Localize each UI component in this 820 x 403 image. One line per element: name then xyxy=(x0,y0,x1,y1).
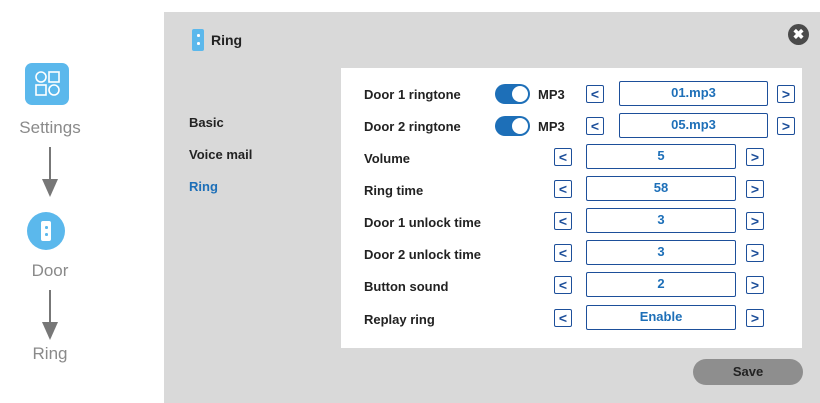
flow-ring-label: Ring xyxy=(32,344,68,363)
button-sound-label: Button sound xyxy=(364,279,449,294)
door1-unlock-next-button[interactable]: > xyxy=(746,212,764,230)
door2-unlock-next-button[interactable]: > xyxy=(746,244,764,262)
door-icon xyxy=(192,29,204,51)
replay-ring-prev-button[interactable]: < xyxy=(554,309,572,327)
replay-ring-value: Enable xyxy=(586,305,736,330)
replay-ring-next-button[interactable]: > xyxy=(746,309,764,327)
door2-unlock-prev-button[interactable]: < xyxy=(554,244,572,262)
door-icon[interactable] xyxy=(27,212,65,250)
volume-prev-button[interactable]: < xyxy=(554,148,572,166)
ring-time-next-button[interactable]: > xyxy=(746,180,764,198)
button-sound-next-button[interactable]: > xyxy=(746,276,764,294)
ring-time-prev-button[interactable]: < xyxy=(554,180,572,198)
ring-time-label: Ring time xyxy=(364,183,424,198)
page-title: Ring xyxy=(211,32,243,48)
arrow-down-icon xyxy=(42,147,58,197)
arrow-down-icon xyxy=(42,290,58,340)
door1-ringtone-value: 01.mp3 xyxy=(619,81,768,106)
door1-unlock-time-value: 3 xyxy=(586,208,736,233)
door1-unlock-time-label: Door 1 unlock time xyxy=(364,215,482,230)
door2-unlock-time-value: 3 xyxy=(586,240,736,265)
door2-ringtone-next-button[interactable]: > xyxy=(777,117,795,135)
menu-item-basic[interactable]: Basic xyxy=(189,115,224,130)
door2-ringtone-prev-button[interactable]: < xyxy=(586,117,604,135)
volume-value: 5 xyxy=(586,144,736,169)
ring-time-value: 58 xyxy=(586,176,736,201)
button-sound-value: 2 xyxy=(586,272,736,297)
door1-ringtone-label: Door 1 ringtone xyxy=(364,87,461,102)
settings-icon[interactable] xyxy=(25,63,69,105)
button-sound-prev-button[interactable]: < xyxy=(554,276,572,294)
door2-unlock-time-label: Door 2 unlock time xyxy=(364,247,482,262)
menu-item-voice-mail[interactable]: Voice mail xyxy=(189,147,252,162)
door1-unlock-prev-button[interactable]: < xyxy=(554,212,572,230)
door1-ringtone-next-button[interactable]: > xyxy=(777,85,795,103)
replay-ring-label: Replay ring xyxy=(364,312,435,327)
navigation-flow: Settings Door Ring xyxy=(0,0,130,403)
door2-format-label: MP3 xyxy=(538,119,565,134)
door1-ringtone-prev-button[interactable]: < xyxy=(586,85,604,103)
menu-item-ring[interactable]: Ring xyxy=(189,179,218,194)
flow-settings-label: Settings xyxy=(19,118,81,137)
settings-card: Door 1 ringtone MP3 < 01.mp3 > Door 2 ri… xyxy=(341,68,802,348)
close-button[interactable]: ✖ xyxy=(788,24,809,45)
ring-settings-panel: Ring ✖ Basic Voice mail Ring Door 1 ring… xyxy=(164,12,820,403)
save-button[interactable]: Save xyxy=(693,359,803,385)
flow-door-label: Door xyxy=(31,261,69,280)
volume-next-button[interactable]: > xyxy=(746,148,764,166)
door1-format-label: MP3 xyxy=(538,87,565,102)
door2-ringtone-label: Door 2 ringtone xyxy=(364,119,461,134)
door1-ringtone-toggle[interactable] xyxy=(495,84,530,104)
door2-ringtone-toggle[interactable] xyxy=(495,116,530,136)
volume-label: Volume xyxy=(364,151,410,166)
door2-ringtone-value: 05.mp3 xyxy=(619,113,768,138)
